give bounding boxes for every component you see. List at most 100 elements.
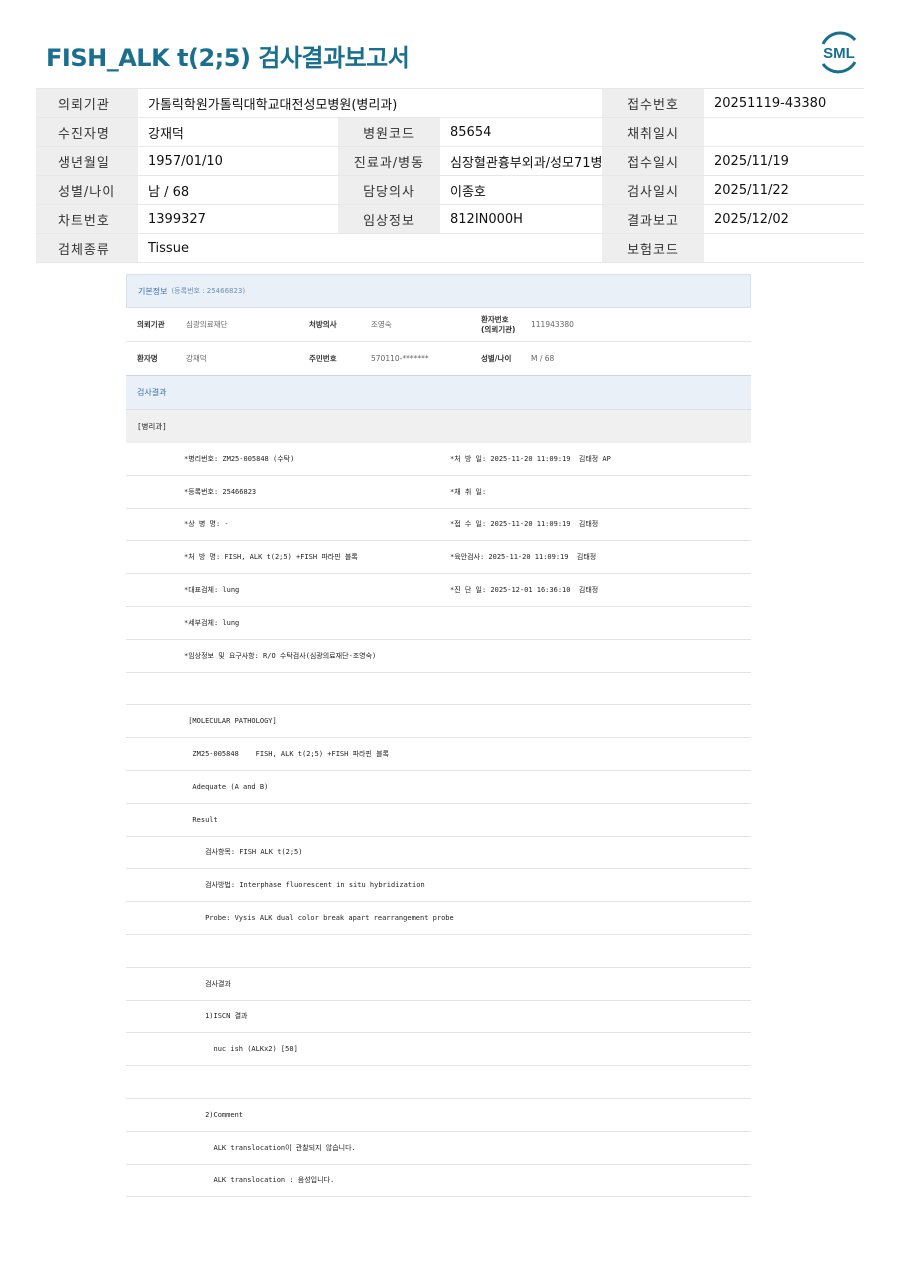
patient-header-table: 의뢰기관 가톨릭학원가톨릭대학교대전성모병원(병리과) 접수번호 20251119-4… <box>36 88 864 263</box>
result-line: Result <box>126 804 751 837</box>
basic-info-row: 환자명 강재덕 주민번호 570110-******* 성별/나이 M / 68 <box>126 342 751 376</box>
result-line: 검사방법: Interphase fluorescent in situ hyb… <box>126 869 751 903</box>
header-row: 의뢰기관 가톨릭학원가톨릭대학교대전성모병원(병리과) 접수번호 20251119-4… <box>36 88 864 118</box>
result-line-left: [MOLECULAR PATHOLOGY] <box>184 717 277 726</box>
header-label: 생년월일 <box>36 147 138 175</box>
header-value: Tissue <box>148 240 189 256</box>
result-line: [MOLECULAR PATHOLOGY] <box>126 705 751 739</box>
result-lines: *병리번호: ZM25-005848 (수탁) *처 방 일: 2025-11-2… <box>126 443 751 1198</box>
result-line-right: *진 단 일: 2025-12-01 16:36:10 김태정 <box>450 586 599 595</box>
header-row: 차트번호 1399327 임상정보 812IN000H 결과보고 2025/12/02 <box>36 205 864 234</box>
result-line: 2)Comment <box>126 1099 751 1132</box>
result-line-left: *병리번호: ZM25-005848 (수탁) <box>184 454 295 463</box>
value-requesting-org: 심광의료재단 <box>186 320 228 329</box>
header-label: 차트번호 <box>36 205 138 233</box>
header-value: 2025/12/02 <box>714 211 789 227</box>
result-line <box>126 1066 751 1099</box>
result-line-left: nuc ish (ALKx2) [50] <box>184 1045 298 1054</box>
result-line: ALK translocation이 관찰되지 않습니다. <box>126 1132 751 1165</box>
result-line: *임상정보 및 요구사항: R/O 수탁검사(심광의료재단-조영숙) <box>126 640 751 673</box>
result-line-right: *육안검사: 2025-11-20 11:09:19 김태정 <box>450 553 597 562</box>
header-label: 접수번호 <box>602 89 704 117</box>
header-label: 진료과/병동 <box>338 147 440 175</box>
sml-logo: SML <box>821 31 857 74</box>
result-line-left: 검사결과 <box>184 979 231 988</box>
header-value: 가톨릭학원가톨릭대학교대전성모병원(병리과) <box>148 97 398 113</box>
header-value: 강재덕 <box>148 126 184 142</box>
result-line: ZM25-005848 FISH, ALK t(2;5) +FISH 파라핀 블… <box>126 738 751 771</box>
value-patient-number: 111943380 <box>531 320 574 329</box>
header-label <box>338 234 440 262</box>
result-line-left: *처 방 명: FISH, ALK t(2;5) +FISH 파라핀 블록 <box>184 553 358 562</box>
result-line <box>126 673 751 706</box>
result-line-left: Probe: Vysis ALK dual color break apart … <box>184 914 454 923</box>
header-label: 접수일시 <box>602 147 704 175</box>
value-resident-number: 570110-******* <box>371 354 429 363</box>
result-line-right: *채 취 일: <box>450 487 487 496</box>
result-header: 검사결과 <box>126 376 751 410</box>
header-value: 심장혈관흉부외과/성모71병동/7102 <box>450 155 652 171</box>
result-line: 검사결과 <box>126 968 751 1001</box>
header-value: 2025/11/22 <box>714 182 789 198</box>
result-line-left: ALK translocation이 관찰되지 않습니다. <box>184 1143 356 1152</box>
header-row: 생년월일 1957/01/10 진료과/병동 심장혈관흉부외과/성모71병동/7102… <box>36 147 864 176</box>
header-value: 1957/01/10 <box>148 153 223 169</box>
header-value: 2025/11/19 <box>714 153 789 169</box>
label-resident-number: 주민번호 <box>309 354 337 363</box>
report-body: 기본정보 (등록번호 : 25466823) 의뢰기관 심광의료재단 처방의사 … <box>126 274 751 1198</box>
label-sex-age: 성별/나이 <box>481 354 512 363</box>
result-line-left: *대표검체: lung <box>184 586 240 595</box>
header-label: 결과보고 <box>602 205 704 233</box>
basic-info-row: 의뢰기관 심광의료재단 처방의사 조영숙 환자번호 (의뢰기관) 1119433… <box>126 308 751 342</box>
department-label: [병리과] <box>126 410 751 443</box>
result-line: ALK translocation : 음성입니다. <box>126 1165 751 1198</box>
label-requesting-org: 의뢰기관 <box>137 320 165 329</box>
label-patient-number: 환자번호 (의뢰기관) <box>481 315 531 335</box>
result-line: Probe: Vysis ALK dual color break apart … <box>126 902 751 935</box>
header-row: 검체종류 Tissue 보험코드 <box>36 234 864 263</box>
result-line: nuc ish (ALKx2) [50] <box>126 1033 751 1067</box>
value-patient-name: 강재덕 <box>186 354 207 363</box>
result-line-left: *세부검체: lung <box>184 618 240 627</box>
result-line: Adequate (A and B) <box>126 771 751 804</box>
header-label: 임상정보 <box>338 205 440 233</box>
result-line-right: *접 수 일: 2025-11-20 11:09:19 김태정 <box>450 520 599 529</box>
header-label: 병원코드 <box>338 118 440 146</box>
result-line-left: 2)Comment <box>184 1110 244 1119</box>
result-line-left: *등록번호: 25466823 <box>184 487 257 496</box>
reg-number: (등록번호 : 25466823) <box>171 287 246 295</box>
result-line-left: 검사항목: FISH ALK t(2;5) <box>184 848 303 857</box>
result-line-left: 검사방법: Interphase fluorescent in situ hyb… <box>184 881 425 890</box>
result-line: 1)ISCN 결과 <box>126 1001 751 1034</box>
header-label: 수진자명 <box>36 118 138 146</box>
result-line-left: *임상정보 및 요구사항: R/O 수탁검사(심광의료재단-조영숙) <box>184 651 377 660</box>
report-title: FISH_ALK t(2;5) 검사결과보고서 <box>46 44 410 72</box>
header-value: 85654 <box>450 124 492 140</box>
header-row: 성별/나이 남 / 68 담당의사 이종호 검사일시 2025/11/22 <box>36 176 864 205</box>
svg-text:SML: SML <box>823 45 855 62</box>
header-row: 수진자명 강재덕 병원코드 85654 채취일시 <box>36 118 864 147</box>
header-value: 20251119-43380 <box>714 95 827 111</box>
header-label: 보험코드 <box>602 234 704 262</box>
value-sex-age: M / 68 <box>531 354 555 363</box>
result-line-left: ZM25-005848 FISH, ALK t(2;5) +FISH 파라핀 블… <box>184 750 389 759</box>
header-value <box>440 234 602 262</box>
result-line: *병리번호: ZM25-005848 (수탁) *처 방 일: 2025-11-2… <box>126 443 751 476</box>
header-value <box>704 118 864 146</box>
result-line-left: *상 병 명: - <box>184 520 229 529</box>
result-line: *등록번호: 25466823 *채 취 일: <box>126 476 751 509</box>
label-doctor: 처방의사 <box>309 320 337 329</box>
header-label: 검사일시 <box>602 176 704 204</box>
header-label: 담당의사 <box>338 176 440 204</box>
header-label: 성별/나이 <box>36 176 138 204</box>
header-label: 의뢰기관 <box>36 89 138 117</box>
label-patient-number-line2: (의뢰기관) <box>481 324 516 334</box>
basic-info-title: 기본정보 <box>138 286 168 296</box>
result-line-left: Result <box>184 815 218 824</box>
result-line-right: *처 방 일: 2025-11-20 11:09:19 김태정 AP <box>450 454 611 463</box>
result-line-left: 1)ISCN 결과 <box>184 1012 248 1021</box>
label-patient-name: 환자명 <box>137 354 158 363</box>
header-label: 채취일시 <box>602 118 704 146</box>
result-line: *대표검체: lung *진 단 일: 2025-12-01 16:36:10 김… <box>126 574 751 607</box>
basic-info-header: 기본정보 (등록번호 : 25466823) <box>126 274 751 308</box>
